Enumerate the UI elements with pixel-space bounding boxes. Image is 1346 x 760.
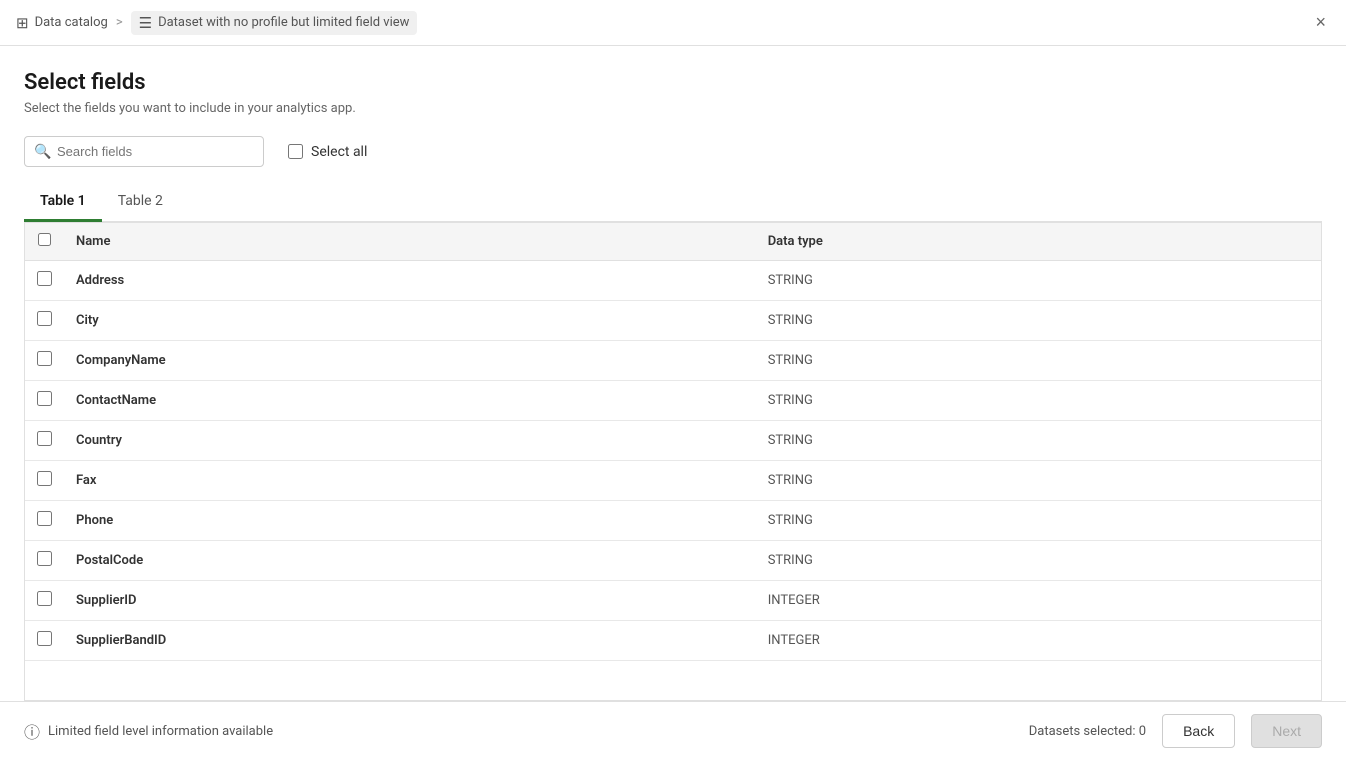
row-checkbox[interactable] <box>37 351 52 366</box>
row-checkbox-cell <box>25 581 64 621</box>
catalog-icon: ⊞ <box>16 14 29 32</box>
table-header-row: Name Data type <box>25 223 1321 261</box>
row-checkbox[interactable] <box>37 511 52 526</box>
search-input[interactable] <box>24 136 264 167</box>
row-checkbox[interactable] <box>37 631 52 646</box>
field-datatype-cell: STRING <box>756 541 1321 581</box>
tabs: Table 1 Table 2 <box>24 183 1322 222</box>
info-icon: ⓘ <box>24 719 40 743</box>
field-name-cell: PostalCode <box>64 541 756 581</box>
field-datatype-cell: INTEGER <box>756 621 1321 661</box>
table-row: PhoneSTRING <box>25 501 1321 541</box>
next-button[interactable]: Next <box>1251 714 1322 748</box>
header-datatype: Data type <box>756 223 1321 261</box>
row-checkbox[interactable] <box>37 391 52 406</box>
row-checkbox-cell <box>25 341 64 381</box>
search-icon: 🔍 <box>34 144 51 160</box>
top-bar: ⊞ Data catalog > ☰ Dataset with no profi… <box>0 0 1346 46</box>
row-checkbox[interactable] <box>37 271 52 286</box>
field-name-cell: CompanyName <box>64 341 756 381</box>
fields-table: Name Data type AddressSTRINGCitySTRINGCo… <box>25 223 1321 661</box>
table-container: Name Data type AddressSTRINGCitySTRINGCo… <box>24 222 1322 701</box>
breadcrumb: ⊞ Data catalog > ☰ Dataset with no profi… <box>16 11 417 35</box>
table-row: PostalCodeSTRING <box>25 541 1321 581</box>
field-name-cell: SupplierBandID <box>64 621 756 661</box>
row-checkbox[interactable] <box>37 431 52 446</box>
table-row: CompanyNameSTRING <box>25 341 1321 381</box>
field-datatype-cell: STRING <box>756 501 1321 541</box>
back-button[interactable]: Back <box>1162 714 1235 748</box>
search-wrapper: 🔍 <box>24 136 264 167</box>
field-name-cell: Fax <box>64 461 756 501</box>
datasets-selected-count: 0 <box>1139 724 1146 739</box>
close-button[interactable]: × <box>1311 8 1330 37</box>
header-name: Name <box>64 223 756 261</box>
field-datatype-cell: STRING <box>756 421 1321 461</box>
field-name-cell: Country <box>64 421 756 461</box>
footer: ⓘ Limited field level information availa… <box>0 701 1346 760</box>
field-datatype-cell: STRING <box>756 381 1321 421</box>
row-checkbox-cell <box>25 261 64 301</box>
footer-info-message: Limited field level information availabl… <box>48 724 273 739</box>
table-row: SupplierIDINTEGER <box>25 581 1321 621</box>
dataset-icon: ☰ <box>139 14 152 32</box>
page-title: Select fields <box>24 70 1322 95</box>
select-all-label[interactable]: Select all <box>311 144 367 160</box>
table-row: SupplierBandIDINTEGER <box>25 621 1321 661</box>
field-name-cell: City <box>64 301 756 341</box>
tab-table2[interactable]: Table 2 <box>102 183 179 222</box>
row-checkbox[interactable] <box>37 551 52 566</box>
select-all-checkbox[interactable] <box>288 144 303 159</box>
table-row: CitySTRING <box>25 301 1321 341</box>
controls-row: 🔍 Select all <box>24 136 1322 167</box>
footer-actions: Datasets selected: 0 Back Next <box>1029 714 1322 748</box>
table-row: FaxSTRING <box>25 461 1321 501</box>
breadcrumb-current-label: Dataset with no profile but limited fiel… <box>158 15 409 30</box>
table-row: CountrySTRING <box>25 421 1321 461</box>
field-datatype-cell: INTEGER <box>756 581 1321 621</box>
table-row: ContactNameSTRING <box>25 381 1321 421</box>
datasets-selected-label: Datasets selected: <box>1029 724 1136 739</box>
row-checkbox[interactable] <box>37 471 52 486</box>
row-checkbox-cell <box>25 461 64 501</box>
breadcrumb-home[interactable]: ⊞ Data catalog <box>16 14 108 32</box>
field-name-cell: ContactName <box>64 381 756 421</box>
select-all-wrapper: Select all <box>288 144 367 160</box>
header-checkbox-cell <box>25 223 64 261</box>
breadcrumb-home-label: Data catalog <box>35 15 108 30</box>
breadcrumb-separator: > <box>116 15 123 30</box>
field-name-cell: Phone <box>64 501 756 541</box>
tab-table1[interactable]: Table 1 <box>24 183 102 222</box>
field-datatype-cell: STRING <box>756 261 1321 301</box>
row-checkbox-cell <box>25 621 64 661</box>
row-checkbox-cell <box>25 301 64 341</box>
row-checkbox[interactable] <box>37 591 52 606</box>
header-checkbox[interactable] <box>38 233 51 246</box>
row-checkbox-cell <box>25 421 64 461</box>
row-checkbox-cell <box>25 381 64 421</box>
breadcrumb-current: ☰ Dataset with no profile but limited fi… <box>131 11 418 35</box>
table-body: AddressSTRINGCitySTRINGCompanyNameSTRING… <box>25 261 1321 661</box>
main-content: Select fields Select the fields you want… <box>0 46 1346 701</box>
page-subtitle: Select the fields you want to include in… <box>24 101 1322 116</box>
row-checkbox-cell <box>25 501 64 541</box>
datasets-selected-text: Datasets selected: 0 <box>1029 724 1146 739</box>
row-checkbox-cell <box>25 541 64 581</box>
footer-info: ⓘ Limited field level information availa… <box>24 719 273 743</box>
field-datatype-cell: STRING <box>756 301 1321 341</box>
field-name-cell: Address <box>64 261 756 301</box>
field-name-cell: SupplierID <box>64 581 756 621</box>
table-row: AddressSTRING <box>25 261 1321 301</box>
field-datatype-cell: STRING <box>756 341 1321 381</box>
field-datatype-cell: STRING <box>756 461 1321 501</box>
row-checkbox[interactable] <box>37 311 52 326</box>
